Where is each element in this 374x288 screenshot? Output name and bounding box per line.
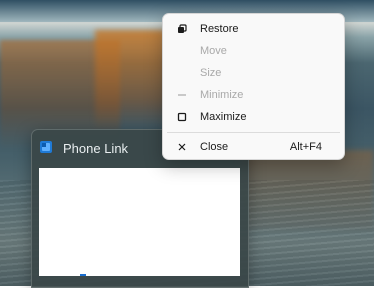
menu-item-restore[interactable]: Restore [167,18,340,40]
menu-item-label: Size [200,67,222,79]
menu-item-label: Move [200,45,227,57]
menu-item-label: Close [200,141,229,153]
menu-item-move[interactable]: Move [167,40,340,62]
menu-item-maximize[interactable]: Maximize [167,106,340,128]
menu-item-minimize[interactable]: Minimize [167,84,340,106]
minimize-icon [175,84,189,106]
content-indicator [80,274,86,276]
close-icon [175,136,189,158]
restore-icon [175,18,189,40]
menu-item-shortcut: Alt+F4 [289,141,322,153]
phone-link-app-icon [39,140,53,154]
menu-item-label: Minimize [200,89,244,101]
menu-item-size[interactable]: Size [167,62,340,84]
window-content-area [39,168,240,276]
menu-item-close[interactable]: Close Alt+F4 [167,136,340,158]
menu-item-label: Maximize [200,111,247,123]
maximize-icon [175,106,189,128]
menu-item-label: Restore [200,23,239,35]
menu-separator [167,132,340,133]
window-title: Phone Link [63,141,129,156]
wallpaper-reflection [95,30,165,130]
window-system-menu: Restore Move Size Minimize Maximize Clos… [162,13,345,160]
